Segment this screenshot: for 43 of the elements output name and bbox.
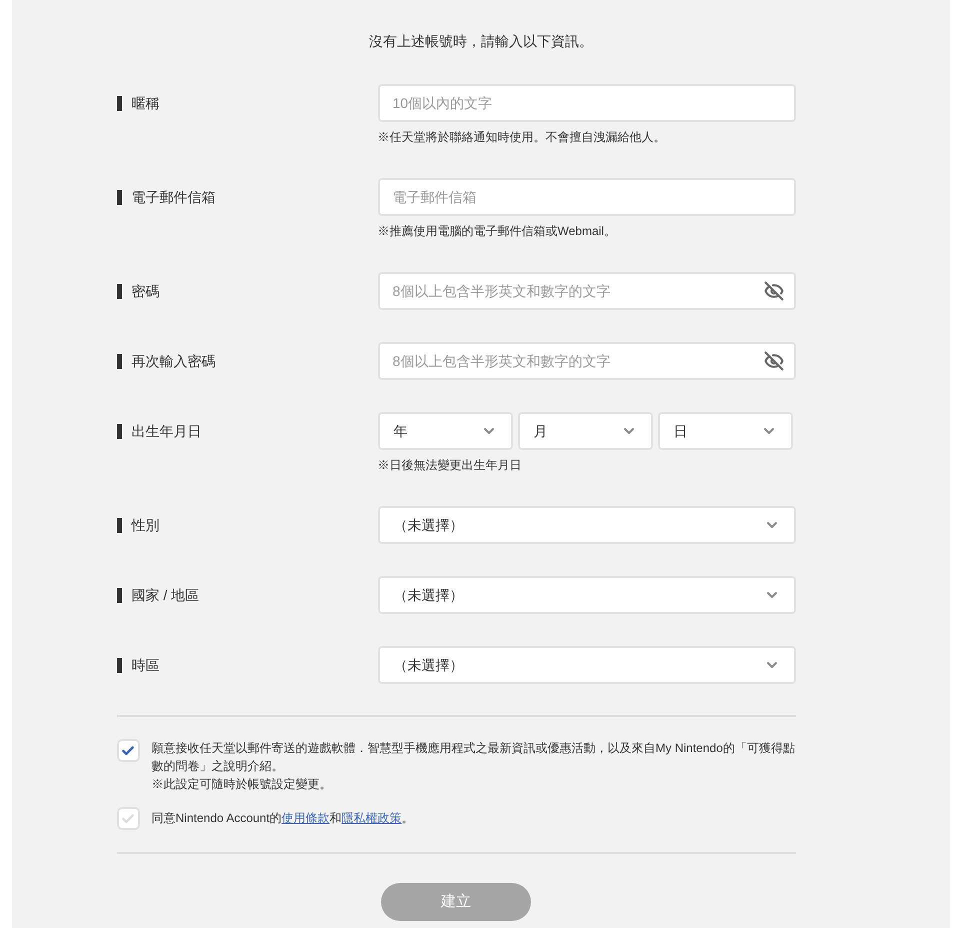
field-label: 密碼	[132, 282, 160, 300]
checkbox[interactable]	[116, 739, 140, 762]
consent-text: 同意Nintendo Account的	[152, 811, 282, 825]
label-marker	[116, 284, 122, 298]
field-note: ※日後無法變更出生年月日	[378, 457, 522, 474]
consent-text: 。	[402, 811, 414, 825]
date-dropdown[interactable]: 日	[658, 412, 792, 450]
consent-text: 願意接收任天堂以郵件寄送的遊戲軟體．智慧型手機應用程式之最新資訊或優惠活動，以及來自My Nintendo的「可獲得點數的問卷」之說明介紹。	[152, 740, 796, 775]
checkbox[interactable]	[116, 807, 140, 830]
check-icon	[121, 744, 135, 758]
dropdown[interactable]: （未選擇）	[378, 646, 796, 684]
dropdown[interactable]: （未選擇）	[378, 506, 796, 544]
policy-link[interactable]: 使用條款	[282, 811, 330, 825]
field-label: 電子郵件信箱	[132, 188, 216, 206]
label-marker	[116, 96, 122, 110]
field-note: ※任天堂將於聯絡通知時使用。不會擅自洩漏給他人。	[378, 129, 666, 146]
date-dropdown[interactable]: 月	[518, 412, 652, 450]
consent-text: 和	[330, 811, 342, 825]
policy-link[interactable]: 隱私權政策	[342, 811, 402, 825]
eye-off-icon[interactable]	[764, 351, 784, 371]
field-note: ※推薦使用電腦的電子郵件信箱或Webmail。	[378, 223, 617, 240]
field-label: 暱稱	[132, 94, 160, 112]
check-icon	[121, 812, 135, 826]
eye-off-icon[interactable]	[764, 281, 784, 301]
label-marker	[116, 354, 122, 368]
label-marker	[116, 424, 122, 438]
input-field[interactable]: 電子郵件信箱	[378, 178, 796, 216]
password-field[interactable]: 8個以上包含半形英文和數字的文字	[378, 272, 796, 310]
field-label: 國家 / 地區	[132, 586, 200, 604]
label-marker	[116, 588, 122, 602]
field-label: 性別	[132, 516, 160, 534]
label-marker	[116, 658, 122, 672]
password-field[interactable]: 8個以上包含半形英文和數字的文字	[378, 342, 796, 380]
field-label: 時區	[132, 656, 160, 674]
consent-text: ※此設定可隨時於帳號設定變更。	[152, 776, 332, 793]
label-marker	[116, 190, 122, 204]
intro-text: 沒有上述帳號時，請輸入以下資訊。	[369, 32, 593, 51]
field-label: 出生年月日	[132, 422, 202, 440]
label-marker	[116, 518, 122, 532]
date-dropdown[interactable]: 年	[378, 412, 512, 450]
input-field[interactable]: 10個以內的文字	[378, 84, 796, 122]
field-label: 再次輸入密碼	[132, 352, 216, 370]
dropdown[interactable]: （未選擇）	[378, 576, 796, 614]
